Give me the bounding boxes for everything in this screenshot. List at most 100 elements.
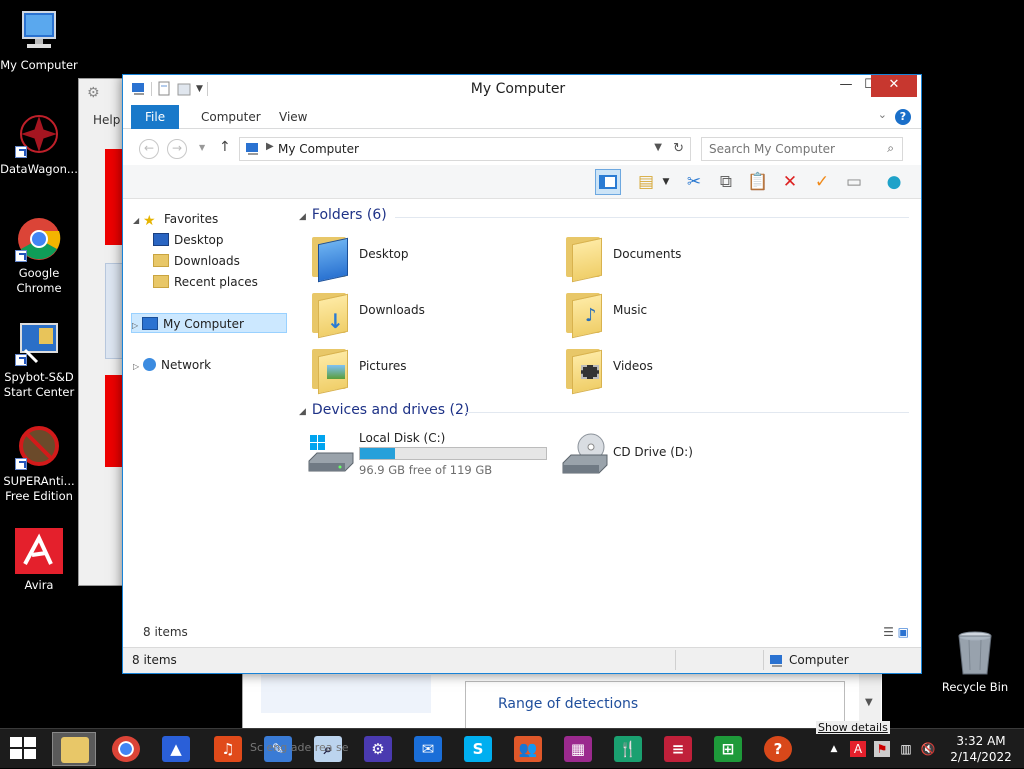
shortcut-arrow-icon — [15, 250, 27, 262]
collapsed-arrow-icon[interactable]: ▷ — [133, 357, 143, 377]
folder-icon — [61, 737, 89, 763]
tab-computer[interactable]: Computer — [187, 105, 275, 129]
taskbar-food[interactable]: 🍴 — [606, 732, 650, 766]
desktop-icon-avira[interactable]: Avira — [0, 528, 78, 593]
nav-network[interactable]: ▷ Network — [133, 355, 211, 375]
desktop-icon-my-computer[interactable]: My Computer — [0, 8, 78, 73]
help-menu[interactable]: Help — [93, 113, 120, 127]
folders-group-header[interactable]: ◢ Folders (6) — [299, 207, 909, 229]
paste-icon[interactable]: 📋 — [745, 169, 771, 195]
nav-my-computer[interactable]: ▷ My Computer — [131, 313, 287, 333]
security-tray-icon[interactable]: ⚑ — [874, 741, 890, 757]
taskbar-people[interactable]: 👥 — [506, 732, 550, 766]
folder-pictures[interactable]: Pictures — [309, 343, 539, 395]
nav-recent-places[interactable]: Recent places — [153, 272, 258, 292]
expanded-arrow-icon: ◢ — [299, 212, 306, 222]
taskbar-help[interactable]: ? — [756, 732, 800, 766]
title-bar[interactable]: ▼ My Computer — ☐ ✕ — [123, 75, 921, 105]
folder-name: Documents — [613, 247, 682, 261]
collapsed-arrow-icon[interactable]: ▷ — [132, 316, 142, 336]
search-input[interactable] — [709, 139, 879, 159]
large-icons-view-icon[interactable]: ▣ — [898, 625, 909, 639]
forward-button[interactable]: → — [167, 139, 187, 159]
tag-icon[interactable]: ▭ — [841, 169, 867, 195]
tab-view[interactable]: View — [265, 105, 321, 129]
food-icon: 🍴 — [614, 736, 642, 762]
cut-icon[interactable]: ✂ — [681, 169, 707, 195]
mail-icon: ✉ — [414, 736, 442, 762]
help-icon[interactable]: ? — [895, 109, 911, 125]
chevron-down-icon[interactable]: ▼ — [654, 142, 662, 153]
nav-label: Downloads — [174, 254, 240, 268]
taskbar-file-explorer[interactable] — [52, 732, 96, 766]
chevron-up-icon[interactable]: ▲ — [826, 741, 842, 757]
expand-ribbon-icon[interactable]: ⌄ — [878, 108, 887, 121]
taskbar-app-blue[interactable]: ▲ — [154, 732, 198, 766]
folder-name: Pictures — [359, 359, 407, 373]
details-view-icon[interactable]: ☰ — [883, 625, 894, 639]
search-icon[interactable]: ⌕ — [887, 141, 894, 156]
chevron-down-icon[interactable]: ▼ — [865, 697, 873, 708]
properties-icon[interactable]: ▤ — [633, 169, 659, 195]
nav-desktop[interactable]: Desktop — [153, 230, 224, 250]
drive-local-disk-c[interactable]: Local Disk (C:) 96.9 GB free of 119 GB — [307, 427, 557, 477]
folder-name: Music — [613, 303, 648, 317]
navigation-pane: ◢ ★ Favorites Desktop Downloads Recent pla… — [123, 199, 293, 619]
group-title: Devices and drives (2) — [311, 402, 470, 418]
tab-file[interactable]: File — [131, 105, 180, 129]
back-button[interactable]: ← — [139, 139, 159, 159]
folder-downloads[interactable]: ↓ Downloads — [309, 287, 539, 339]
rename-icon[interactable]: ✓ — [809, 169, 835, 195]
network-icon[interactable]: ▥ — [898, 741, 914, 757]
folder-videos[interactable]: Videos — [563, 343, 793, 395]
taskbar-chrome[interactable] — [104, 732, 148, 766]
folder-name: Videos — [613, 359, 653, 373]
copy-icon[interactable]: ⧉ — [713, 169, 739, 195]
taskbar-store[interactable]: ⊞ — [706, 732, 750, 766]
show-details-link[interactable]: Show details — [816, 721, 890, 734]
background-window-lower[interactable]: Range of detections ▼ — [242, 673, 882, 729]
drive-cd-d[interactable]: CD Drive (D:) — [561, 427, 811, 477]
devices-group-header[interactable]: ◢ Devices and drives (2) — [299, 402, 909, 424]
globe-icon[interactable]: ● — [881, 169, 907, 195]
nav-label: My Computer — [163, 317, 244, 331]
desktop-icon-superantispyware[interactable]: SUPERAnti... Free Edition — [0, 424, 78, 504]
window-title: My Computer — [470, 81, 566, 97]
folder-desktop[interactable]: Desktop — [309, 231, 539, 283]
nav-downloads[interactable]: Downloads — [153, 251, 240, 271]
expanded-arrow-icon[interactable]: ◢ — [133, 211, 143, 231]
superantispyware-icon — [15, 424, 63, 470]
avira-tray-icon[interactable]: A — [850, 741, 866, 757]
taskbar-mail[interactable]: ✉ — [406, 732, 450, 766]
desktop-icon-datawagon[interactable]: DataWagon... — [0, 112, 78, 177]
refresh-icon[interactable]: ↻ — [673, 141, 684, 156]
desktop-icon-spybot[interactable]: Spybot-S&D Start Center — [0, 320, 78, 400]
delete-icon[interactable]: ✕ — [777, 169, 803, 195]
background-window[interactable]: ⚙ Help — [78, 78, 128, 586]
close-button[interactable]: ✕ — [871, 75, 917, 97]
taskbar-music[interactable]: ♫ — [206, 732, 250, 766]
search-box[interactable]: ⌕ — [701, 137, 903, 161]
taskbar-skype[interactable]: S — [456, 732, 500, 766]
volume-muted-icon[interactable]: 🔇 — [920, 741, 936, 757]
chevron-down-icon[interactable]: ▼ — [659, 169, 673, 195]
start-button[interactable] — [10, 737, 38, 761]
computer-icon — [245, 142, 261, 156]
clock[interactable]: 3:32 AM 2/14/2022 — [944, 733, 1018, 765]
videos-folder-icon — [563, 343, 607, 395]
desktop-icon-google-chrome[interactable]: Google Chrome — [0, 216, 78, 296]
nav-favorites[interactable]: ◢ ★ Favorites — [133, 209, 218, 229]
taskbar-maps[interactable]: ▦ — [556, 732, 600, 766]
up-button[interactable]: ↑ — [219, 139, 231, 155]
chevron-right-icon[interactable]: ▶ — [266, 141, 274, 152]
folder-documents[interactable]: Documents — [563, 231, 793, 283]
address-bar[interactable]: ▶ My Computer ▼ ↻ — [239, 137, 691, 161]
preview-pane-button[interactable] — [595, 169, 621, 195]
taskbar-reader[interactable]: ≡ — [656, 732, 700, 766]
taskbar-settings[interactable]: ⚙ — [356, 732, 400, 766]
recent-locations-icon[interactable]: ▼ — [199, 143, 205, 152]
desktop-icon-recycle-bin[interactable]: Recycle Bin — [938, 630, 1012, 694]
explorer-window[interactable]: ▼ My Computer — ☐ ✕ File Computer View ⌄… — [122, 74, 922, 674]
computer-icon — [15, 8, 63, 54]
folder-music[interactable]: ♪ Music — [563, 287, 793, 339]
